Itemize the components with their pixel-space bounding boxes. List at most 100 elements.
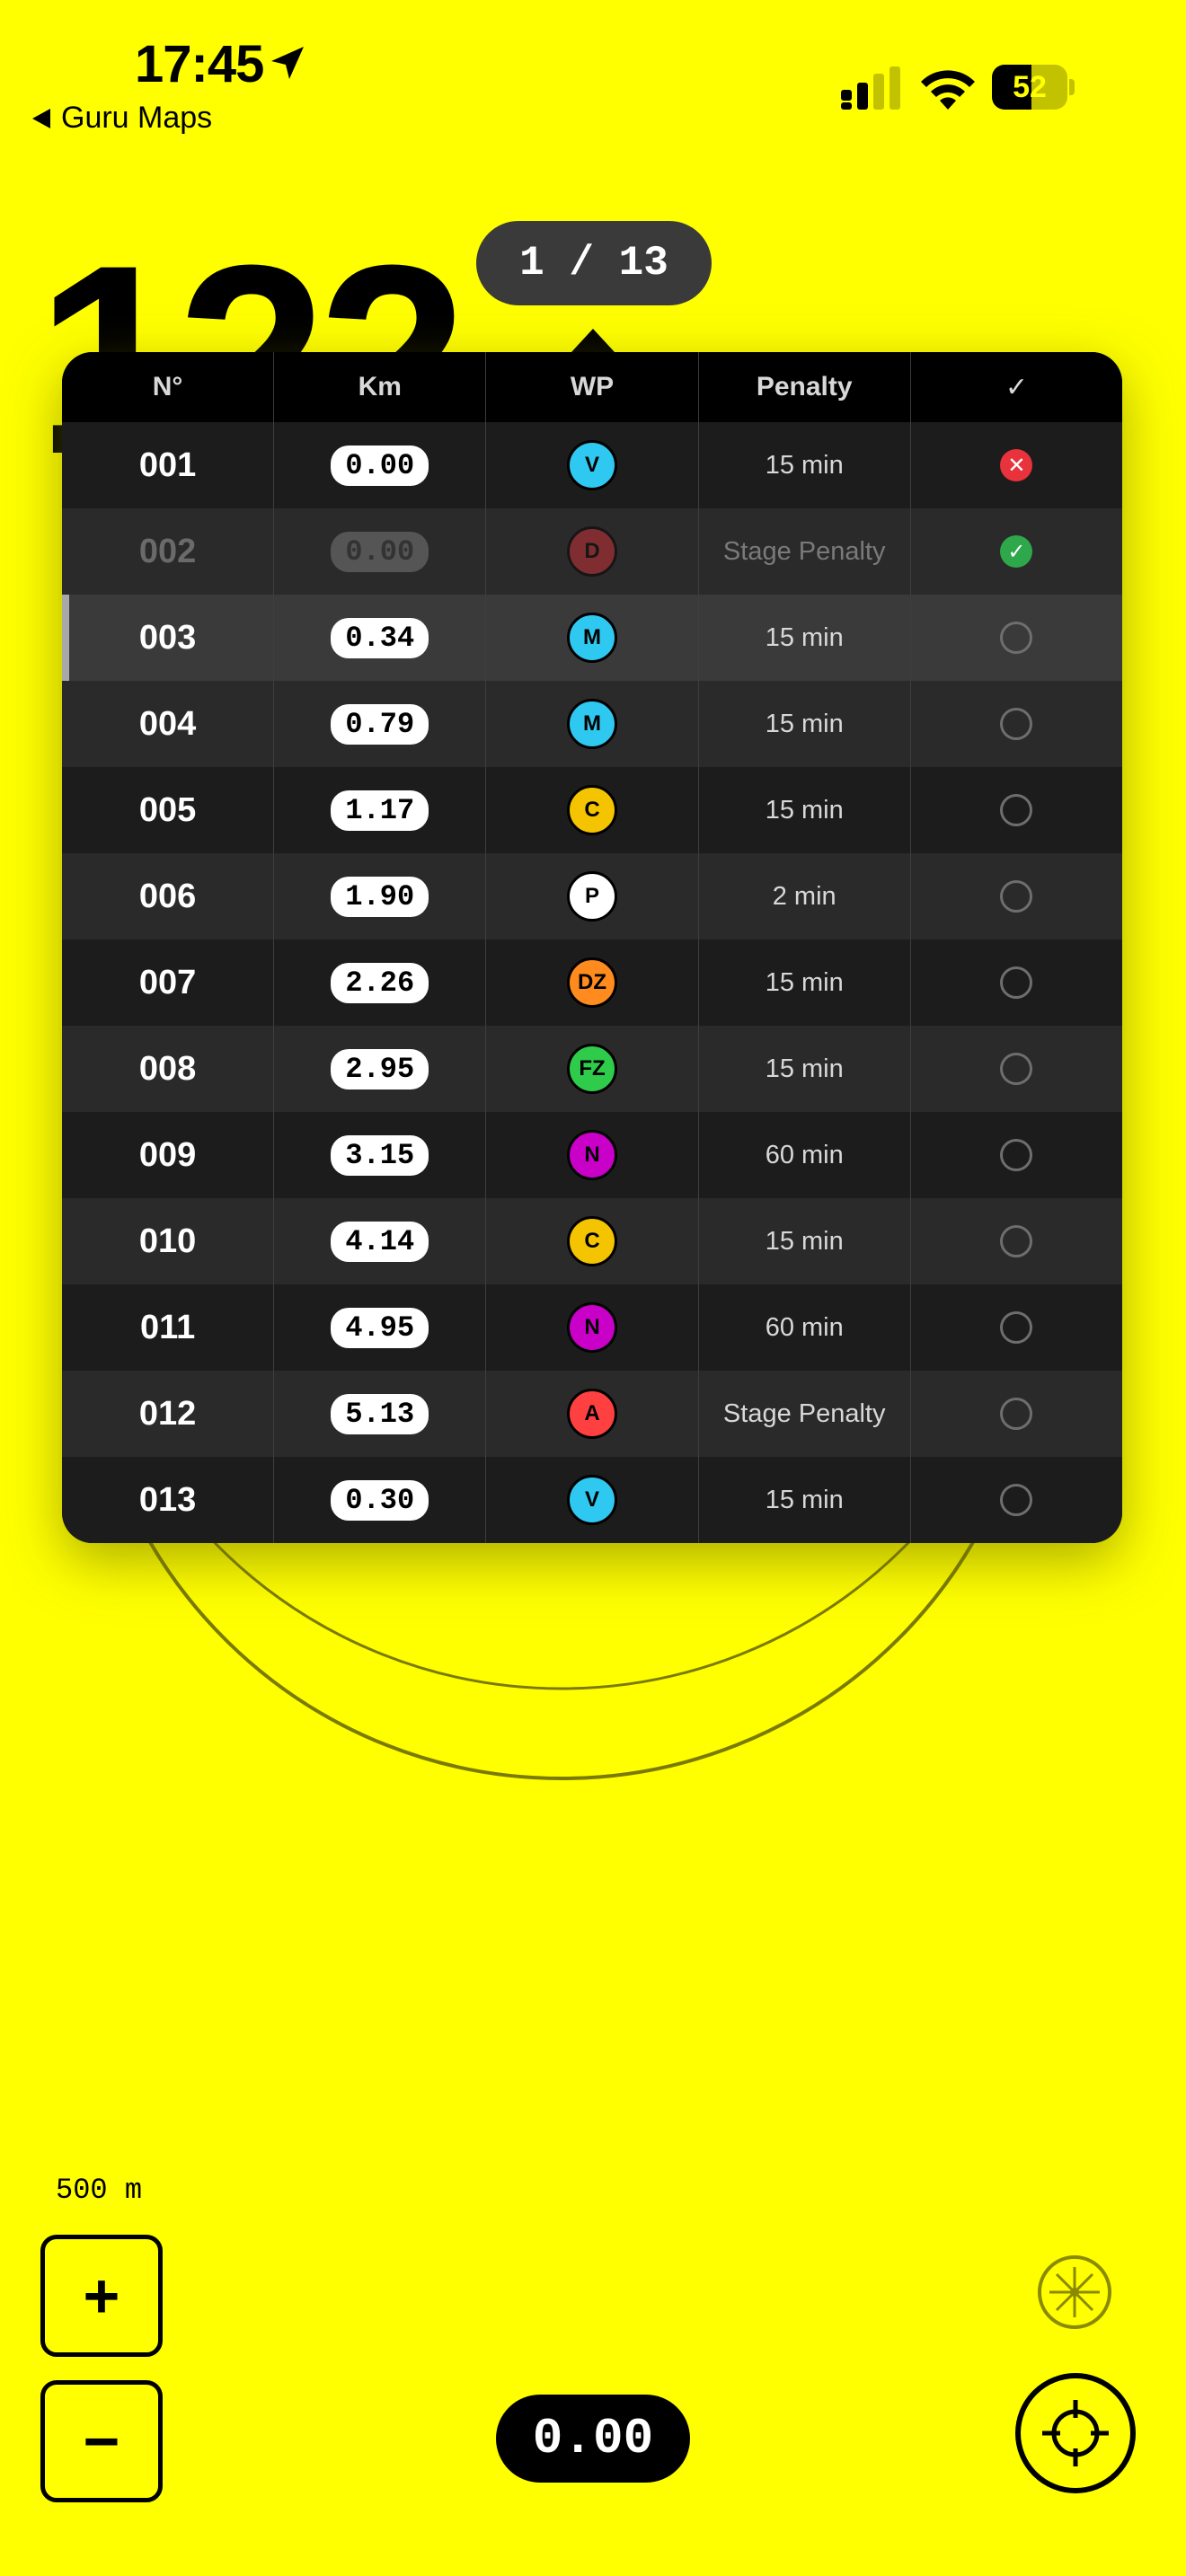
waypoint-type-badge: A <box>567 1389 617 1439</box>
table-row[interactable]: 006 1.90 P 2 min <box>62 853 1122 940</box>
unchecked-circle-icon[interactable] <box>1000 708 1033 740</box>
table-row[interactable]: 011 4.95 N 60 min <box>62 1284 1122 1371</box>
battery-indicator: 52 <box>992 65 1075 110</box>
table-header: N° Km WP Penalty ✓ <box>62 352 1122 422</box>
waypoint-type-badge: DZ <box>567 957 617 1008</box>
waypoint-number: 005 <box>138 790 197 829</box>
unchecked-circle-icon[interactable] <box>1000 622 1033 654</box>
cell-wp: C <box>486 767 699 853</box>
waypoint-number: 007 <box>138 963 197 1001</box>
cell-km: 0.79 <box>274 681 487 767</box>
cell-check <box>911 1371 1122 1457</box>
unchecked-circle-icon[interactable] <box>1000 1398 1033 1430</box>
unchecked-circle-icon[interactable] <box>1000 1053 1033 1085</box>
waypoint-table: N° Km WP Penalty ✓ 001 0.00 V 15 min ✕ 002 0.0… <box>62 352 1122 1543</box>
cell-wp: V <box>486 1457 699 1543</box>
unchecked-circle-icon[interactable] <box>1000 1225 1033 1257</box>
table-row[interactable]: 010 4.14 C 15 min <box>62 1198 1122 1284</box>
cell-wp: A <box>486 1371 699 1457</box>
cell-km: 1.90 <box>274 853 487 940</box>
penalty-text: 60 min <box>765 1140 844 1169</box>
unchecked-circle-icon[interactable] <box>1000 1484 1033 1516</box>
waypoint-type-badge: C <box>567 1216 617 1266</box>
zoom-in-button[interactable]: + <box>40 2235 163 2357</box>
waypoint-number: 006 <box>138 877 197 915</box>
table-row[interactable]: 005 1.17 C 15 min <box>62 767 1122 853</box>
cell-wp: FZ <box>486 1026 699 1112</box>
km-badge: 2.95 <box>331 1048 429 1090</box>
waypoint-number: 011 <box>139 1308 196 1346</box>
penalty-text: 15 min <box>765 1226 844 1256</box>
cell-km: 1.17 <box>274 767 487 853</box>
cell-number: 006 <box>62 853 275 940</box>
odometer-display[interactable]: 0.00 <box>496 2395 690 2483</box>
cell-number: 012 <box>62 1371 275 1457</box>
cell-km: 0.34 <box>274 595 487 681</box>
waypoint-type-badge: N <box>567 1130 617 1180</box>
cell-km: 4.14 <box>274 1198 487 1284</box>
table-row[interactable]: 007 2.26 DZ 15 min <box>62 940 1122 1026</box>
checked-icon[interactable]: ✓ <box>1000 535 1033 568</box>
penalty-text: 60 min <box>765 1312 844 1342</box>
unchecked-circle-icon[interactable] <box>1000 794 1033 826</box>
cell-check <box>911 767 1122 853</box>
cell-check <box>911 1112 1122 1198</box>
penalty-text: 15 min <box>765 795 844 825</box>
penalty-text: 2 min <box>772 881 836 911</box>
cell-penalty: Stage Penalty <box>699 1371 911 1457</box>
cell-penalty: 15 min <box>699 681 911 767</box>
waypoint-pager[interactable]: 1 / 13 <box>476 221 712 305</box>
waypoint-number: 004 <box>138 704 197 743</box>
cell-km: 2.95 <box>274 1026 487 1112</box>
compass-icon[interactable] <box>1037 2254 1112 2330</box>
table-row[interactable]: 003 0.34 M 15 min <box>62 595 1122 681</box>
cell-km: 0.30 <box>274 1457 487 1543</box>
header-km: Km <box>274 352 487 422</box>
cell-penalty: 15 min <box>699 1026 911 1112</box>
cell-penalty: 15 min <box>699 595 911 681</box>
km-badge: 0.00 <box>331 531 429 572</box>
km-badge: 0.30 <box>331 1479 429 1521</box>
cell-wp: P <box>486 853 699 940</box>
waypoint-type-badge: D <box>567 526 617 577</box>
failed-x-icon[interactable]: ✕ <box>1000 449 1033 481</box>
waypoint-number: 010 <box>138 1222 197 1260</box>
cell-check <box>911 940 1122 1026</box>
waypoint-type-badge: V <box>567 440 617 490</box>
waypoint-type-badge: V <box>567 1475 617 1525</box>
zoom-out-button[interactable]: − <box>40 2380 163 2502</box>
cell-penalty: 60 min <box>699 1112 911 1198</box>
cell-wp: N <box>486 1284 699 1371</box>
unchecked-circle-icon[interactable] <box>1000 1311 1033 1344</box>
table-row[interactable]: 002 0.00 D Stage Penalty ✓ <box>62 508 1122 595</box>
cell-penalty: 15 min <box>699 1457 911 1543</box>
waypoint-number: 003 <box>138 618 197 657</box>
penalty-text: 15 min <box>765 709 844 738</box>
table-row[interactable]: 008 2.95 FZ 15 min <box>62 1026 1122 1112</box>
unchecked-circle-icon[interactable] <box>1000 966 1033 999</box>
cell-check <box>911 1198 1122 1284</box>
cell-number: 008 <box>62 1026 275 1112</box>
locate-me-icon[interactable] <box>1013 2371 1137 2495</box>
km-badge: 5.13 <box>331 1393 429 1434</box>
cell-number: 001 <box>62 422 275 508</box>
cell-number: 005 <box>62 767 275 853</box>
km-badge: 4.14 <box>331 1221 429 1262</box>
table-row[interactable]: 012 5.13 A Stage Penalty <box>62 1371 1122 1457</box>
table-row[interactable]: 004 0.79 M 15 min <box>62 681 1122 767</box>
unchecked-circle-icon[interactable] <box>1000 1139 1033 1171</box>
cell-penalty: 15 min <box>699 940 911 1026</box>
back-to-app-link[interactable]: Guru Maps <box>32 101 212 136</box>
waypoint-type-badge: FZ <box>567 1044 617 1094</box>
cell-number: 013 <box>62 1457 275 1543</box>
cell-penalty: 15 min <box>699 767 911 853</box>
table-row[interactable]: 013 0.30 V 15 min <box>62 1457 1122 1543</box>
unchecked-circle-icon[interactable] <box>1000 880 1033 913</box>
cell-check <box>911 595 1122 681</box>
cell-wp: DZ <box>486 940 699 1026</box>
cell-km: 5.13 <box>274 1371 487 1457</box>
status-time: 17:45 <box>135 35 264 93</box>
waypoint-number: 008 <box>138 1049 197 1088</box>
table-row[interactable]: 009 3.15 N 60 min <box>62 1112 1122 1198</box>
table-row[interactable]: 001 0.00 V 15 min ✕ <box>62 422 1122 508</box>
